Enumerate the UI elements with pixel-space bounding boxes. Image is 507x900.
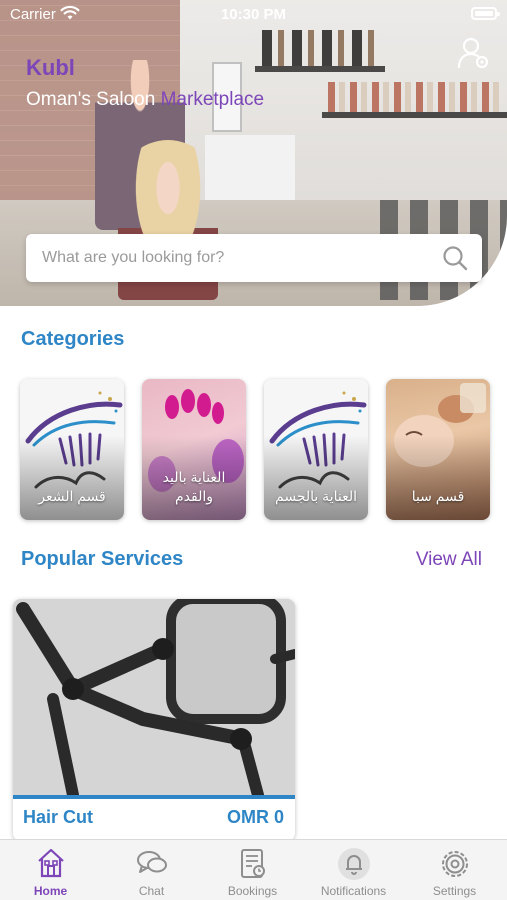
tab-label: Bookings <box>227 884 278 898</box>
category-card-body[interactable]: العناية بالجسم <box>264 379 368 520</box>
bookings-icon <box>240 849 265 878</box>
tab-bar: Home Chat Bookings Notifications Setting… <box>0 839 507 900</box>
tab-home[interactable]: Home <box>0 840 101 900</box>
category-label: قسم سبا <box>411 488 465 505</box>
brand-logo: Kubl <box>26 55 75 80</box>
chair-image <box>13 599 295 801</box>
tab-notifications[interactable]: Notifications <box>303 840 404 900</box>
service-price: OMR 0 <box>226 807 284 827</box>
tab-label: Notifications <box>320 884 387 898</box>
view-all-link[interactable]: View All <box>416 549 482 571</box>
service-card[interactable]: Hair Cut OMR 0 <box>13 599 295 841</box>
category-label: قسم الشعر <box>38 488 106 505</box>
user-settings-icon[interactable] <box>457 36 491 70</box>
tagline: Oman's Saloon Marketplace <box>26 89 264 111</box>
home-icon <box>37 848 64 878</box>
search-bar <box>26 234 482 282</box>
tab-label: Home <box>33 884 68 898</box>
status-time: 10:30 PM <box>220 6 287 23</box>
tab-label: Settings <box>432 884 477 898</box>
category-label: العناية باليد والقدم <box>162 469 226 505</box>
popular-services-title: Popular Services <box>21 548 184 570</box>
category-card-spa[interactable]: قسم سبا <box>386 379 490 520</box>
category-card-hair[interactable]: قسم الشعر <box>20 379 124 520</box>
tab-settings[interactable]: Settings <box>404 840 505 900</box>
tagline-highlight: Marketplace <box>160 89 265 110</box>
tab-bookings[interactable]: Bookings <box>202 840 303 900</box>
service-photo <box>13 599 295 801</box>
tab-label: Chat <box>138 884 165 898</box>
search-icon[interactable] <box>442 245 468 271</box>
categories-title: Categories <box>21 328 125 350</box>
bell-icon <box>337 848 370 880</box>
category-card-hands-feet[interactable]: العناية باليد والقدم <box>142 379 246 520</box>
categories-row: قسم الشعر العناية باليد والقدم العناية ب… <box>20 379 507 521</box>
tab-chat[interactable]: Chat <box>101 840 202 900</box>
service-name: Hair Cut <box>23 807 94 827</box>
battery-icon <box>471 7 500 20</box>
chat-icon <box>136 851 167 873</box>
gear-icon <box>441 851 468 877</box>
tagline-text: Oman's Saloon <box>26 89 161 110</box>
category-label: العناية بالجسم <box>275 488 357 505</box>
status-bar: Carrier 10:30 PM <box>0 0 507 30</box>
search-input[interactable] <box>42 246 422 270</box>
